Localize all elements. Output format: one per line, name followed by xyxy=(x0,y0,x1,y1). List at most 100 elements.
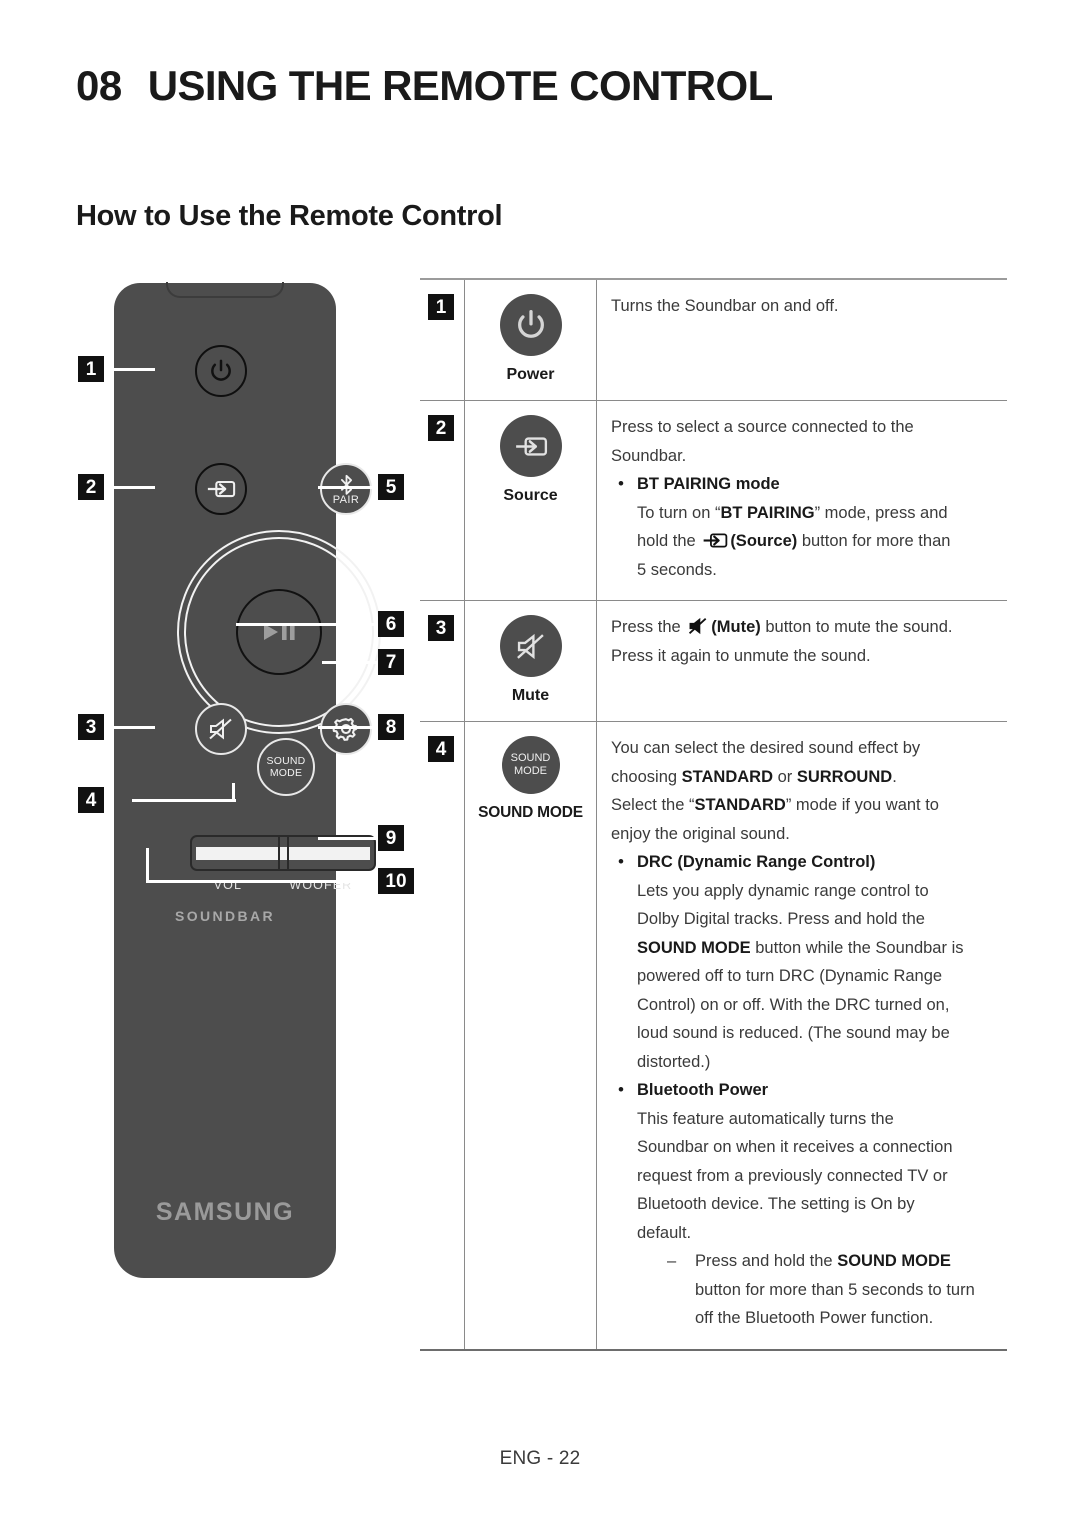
sound-mode-icon-line-2: MODE xyxy=(514,765,547,777)
button-reference-table: 1 Power Turns the Soundbar on and off. 2 xyxy=(420,278,1007,1351)
row-badge-1: 1 xyxy=(428,294,454,320)
leader-line-3 xyxy=(104,726,155,729)
source-button-icon-wrap xyxy=(499,415,562,477)
callout-badge-10: 10 xyxy=(378,868,414,894)
bullet-body-line: loud sound is reduced. (The sound may be xyxy=(637,1024,950,1042)
sound-mode-icon-line-1: SOUND xyxy=(510,752,551,764)
txt-bold: (Mute) xyxy=(711,618,761,636)
txt: or xyxy=(773,767,797,786)
bullet-body-line: Control) on or off. With the DRC turned … xyxy=(637,995,950,1014)
txt-bold: SOUND MODE xyxy=(637,938,751,957)
soundbar-wordmark: SOUNDBAR xyxy=(174,908,276,924)
pair-label: PAIR xyxy=(332,493,360,506)
sub-bullet-line: Press and hold the SOUND MODE xyxy=(637,1247,997,1276)
sound-mode-line-2: MODE xyxy=(269,767,303,779)
bullet-title: DRC (Dynamic Range Control) xyxy=(637,853,876,871)
page-footer: ENG - 22 xyxy=(499,1448,581,1469)
txt-bold: SURROUND xyxy=(796,767,893,786)
volume-woofer-rocker[interactable] xyxy=(190,835,376,871)
txt-bold: SOUND MODE xyxy=(837,1252,951,1270)
row-button-cell: SOUND MODE SOUND MODE xyxy=(465,722,597,1349)
callout-badge-3: 3 xyxy=(78,714,104,740)
power-button-icon-wrap xyxy=(499,294,562,356)
chapter-heading: 08 USING THE REMOTE CONTROL xyxy=(76,62,773,110)
txt: Press the xyxy=(611,618,686,636)
settings-button[interactable] xyxy=(320,703,372,755)
bullet-body-line: default. xyxy=(637,1223,692,1242)
mute-icon xyxy=(516,633,544,659)
source-icon xyxy=(515,436,547,456)
txt: Select the “ xyxy=(611,796,695,814)
txt: button for more than xyxy=(797,532,951,550)
bullet-body-line: To turn on “BT PAIRING” mode, press and xyxy=(637,499,997,528)
chapter-number: 08 xyxy=(76,62,122,109)
desc-line: You can select the desired sound effect … xyxy=(611,739,921,757)
bullet-item: DRC (Dynamic Range Control) Lets you app… xyxy=(611,848,997,1076)
desc-line: Select the “STANDARD” mode if you want t… xyxy=(611,791,997,820)
desc-line: choosing STANDARD or SURROUND. xyxy=(611,763,997,792)
txt-bold: (Source) xyxy=(730,532,798,550)
row-button-label: SOUND MODE xyxy=(478,804,583,821)
desc-line: Press it again to unmute the sound. xyxy=(611,646,871,665)
bullet-body-line: Dolby Digital tracks. Press and hold the xyxy=(637,910,925,928)
bluetooth-icon xyxy=(340,474,352,495)
callout-badge-8: 8 xyxy=(378,714,404,740)
sound-mode-line-1: SOUND xyxy=(266,755,306,767)
bullet-item: BT PAIRING mode To turn on “BT PAIRING” … xyxy=(611,470,997,584)
power-button[interactable] xyxy=(195,345,247,397)
callout-badge-2: 2 xyxy=(78,474,104,500)
txt: hold the xyxy=(637,532,701,550)
bullet-item: Bluetooth Power This feature automatical… xyxy=(611,1076,997,1333)
play-pause-button[interactable] xyxy=(236,589,322,675)
callout-badge-4: 4 xyxy=(78,787,104,813)
leader-line-10 xyxy=(146,880,380,883)
sound-mode-button[interactable]: SOUND MODE xyxy=(257,738,315,796)
leader-line-4 xyxy=(132,799,236,802)
manual-page: 08 USING THE REMOTE CONTROL How to Use t… xyxy=(0,0,1080,1532)
remote-body: PAIR SOUND MODE VOL WOOFER SOUNDBAR SAMS… xyxy=(114,282,381,1278)
row-button-label: Power xyxy=(506,366,555,383)
table-row: 1 Power Turns the Soundbar on and off. xyxy=(420,280,1007,401)
bullet-list: DRC (Dynamic Range Control) Lets you app… xyxy=(611,848,997,1333)
rocker-slot xyxy=(196,847,370,860)
callout-badge-7: 7 xyxy=(378,649,404,675)
txt: To turn on “ xyxy=(637,503,721,522)
row-number-cell: 1 xyxy=(420,280,465,400)
chapter-title: USING THE REMOTE CONTROL xyxy=(147,62,774,109)
bullet-body-line: powered off to turn DRC (Dynamic Range xyxy=(637,967,943,985)
samsung-logo: SAMSUNG xyxy=(155,1198,295,1226)
row-description: Press to select a source connected to th… xyxy=(597,401,1007,600)
sound-mode-button-icon-wrap: SOUND MODE xyxy=(501,736,560,794)
source-button[interactable] xyxy=(195,463,247,515)
row-description: Press the (Mute) button to mute the soun… xyxy=(597,601,1007,721)
bullet-body-line: distorted.) xyxy=(637,1052,711,1071)
txt: button while the Soundbar is xyxy=(750,938,964,957)
row-badge-2: 2 xyxy=(428,415,454,441)
bullet-body-line: Lets you apply dynamic range control to xyxy=(637,881,929,900)
section-title: How to Use the Remote Control xyxy=(76,200,503,232)
bullet-body-line: SOUND MODE button while the Soundbar is xyxy=(637,934,997,963)
mute-button[interactable] xyxy=(195,703,247,755)
callout-badge-6: 6 xyxy=(378,611,404,637)
row-badge-3: 3 xyxy=(428,615,454,641)
row-number-cell: 2 xyxy=(420,401,465,600)
source-icon-inline xyxy=(703,533,728,548)
bullet-body-line: This feature automatically turns the xyxy=(637,1109,894,1128)
sub-bullet-line: button for more than 5 seconds to turn xyxy=(695,1280,975,1299)
rocker-divider-left xyxy=(278,837,280,869)
txt: ” mode if you want to xyxy=(785,796,939,814)
leader-line-6 xyxy=(236,623,380,626)
rocker-divider-right xyxy=(287,837,289,869)
bullet-body-line: Soundbar on when it receives a connectio… xyxy=(637,1138,953,1156)
row-button-cell: Source xyxy=(465,401,597,600)
txt: ” mode, press and xyxy=(814,503,948,522)
remote-top-notch xyxy=(166,282,284,298)
leader-line-2 xyxy=(104,486,155,489)
bluetooth-pair-button[interactable]: PAIR xyxy=(320,463,372,515)
row-number-cell: 3 xyxy=(420,601,465,721)
mute-icon xyxy=(209,718,232,740)
txt: Press and hold the xyxy=(695,1252,838,1270)
leader-line-9 xyxy=(318,837,380,840)
row-button-label: Source xyxy=(503,487,558,504)
mute-icon-inline xyxy=(689,617,707,635)
